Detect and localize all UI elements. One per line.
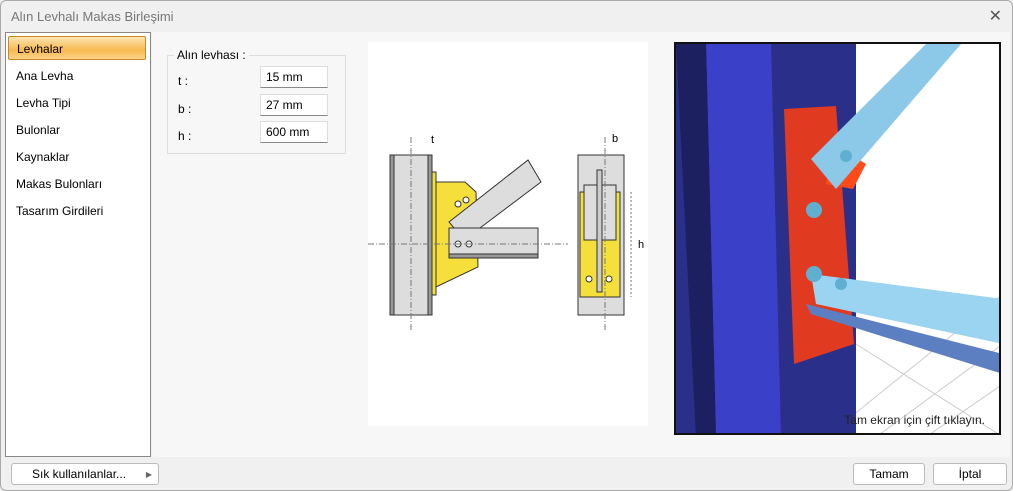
favorites-label: Sık kullanılanlar... xyxy=(32,467,127,481)
h-input[interactable]: 600 mm xyxy=(260,121,328,143)
sidebar-item-levha-tipi[interactable]: Levha Tipi xyxy=(16,96,71,110)
b-label: b : xyxy=(178,102,192,116)
fullscreen-hint: Tam ekran için çift tıklayın. xyxy=(844,413,985,427)
dialog-title: Alın Levhalı Makas Birleşimi xyxy=(11,9,174,24)
sidebar-item-levhalar[interactable]: Levhalar xyxy=(8,36,146,60)
t-input[interactable]: 15 mm xyxy=(260,66,328,88)
close-icon[interactable]: ✕ xyxy=(989,6,1002,26)
connection-drawing: t b h xyxy=(368,42,648,426)
dim-t-label: t xyxy=(431,134,434,146)
chevron-right-icon: ▶ xyxy=(145,470,152,479)
t-label: t : xyxy=(178,74,189,88)
plate-group-label: Alın levhası : xyxy=(177,48,246,62)
content-panel: Alın levhası : t : 15 mm b : 27 mm h : 6… xyxy=(152,32,1010,457)
3d-model-render xyxy=(676,44,999,433)
sidebar-item-makas-bulonlari[interactable]: Makas Bulonları xyxy=(16,177,102,191)
connection-diagram: t b h xyxy=(368,133,644,332)
b-input[interactable]: 27 mm xyxy=(260,94,328,116)
sidebar-item-kaynaklar[interactable]: Kaynaklar xyxy=(16,150,69,164)
3d-view[interactable]: Tam ekran için çift tıklayın. xyxy=(674,42,1001,435)
favorites-button[interactable]: Sık kullanılanlar... ▶ xyxy=(11,463,159,485)
cancel-button[interactable]: İptal xyxy=(933,463,1007,485)
sidebar-item-ana-levha[interactable]: Ana Levha xyxy=(16,69,73,83)
sidebar-item-tasarim-girdileri[interactable]: Tasarım Girdileri xyxy=(16,204,103,218)
dim-h-label: h xyxy=(638,239,644,251)
dim-b-label: b xyxy=(612,133,618,145)
h-label: h : xyxy=(178,129,192,143)
ok-button[interactable]: Tamam xyxy=(853,463,925,485)
sidebar: Levhalar Ana Levha Levha Tipi Bulonlar K… xyxy=(5,32,151,457)
dialog-window: Alın Levhalı Makas Birleşimi ✕ Levhalar … xyxy=(0,0,1013,491)
sidebar-item-bulonlar[interactable]: Bulonlar xyxy=(16,123,60,137)
